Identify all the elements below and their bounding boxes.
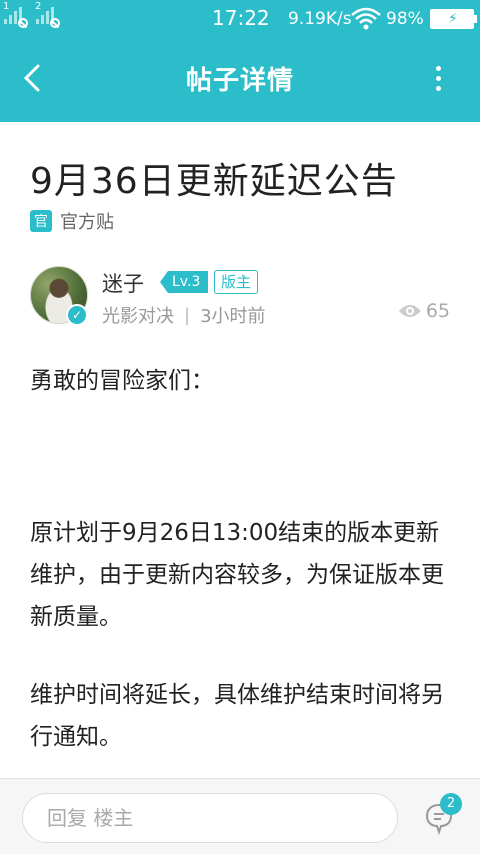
view-count: 65 <box>398 300 450 322</box>
official-post-tag: 官 官方贴 <box>30 208 114 234</box>
post-paragraph: 维护时间将延长，具体维护结束时间将另行通知。 <box>30 682 444 750</box>
moderator-badge: 版主 <box>214 270 259 294</box>
post-time: 3小时前 <box>200 306 266 327</box>
view-count-value: 65 <box>425 300 450 322</box>
official-label: 官方贴 <box>60 212 114 233</box>
post-title: 9月36日更新延迟公告 <box>30 161 398 202</box>
title-bar: 帖子详情 <box>0 36 480 122</box>
comment-count-badge: 2 <box>440 793 462 815</box>
verified-check-icon: ✓ <box>66 304 88 326</box>
reply-bar: 回复 楼主 2 <box>0 778 480 854</box>
reply-input[interactable]: 回复 楼主 <box>22 793 398 843</box>
level-badge: Lv.3 <box>160 271 209 293</box>
signal-icon-sim1: 1 <box>3 2 28 28</box>
author-name[interactable]: 迷子 <box>102 268 144 298</box>
more-vertical-icon[interactable] <box>428 66 448 96</box>
sim2-label: 2 <box>35 1 42 12</box>
page-title: 帖子详情 <box>185 66 294 96</box>
meta-separator: | <box>184 304 191 326</box>
official-badge: 官 <box>30 210 52 232</box>
status-bar: 1 2 17:22 9.19K/s 98% ⚡ <box>0 0 480 36</box>
post-paragraph: 勇敢的冒险家们： <box>30 368 214 394</box>
battery-charging-icon: ⚡ <box>430 9 477 29</box>
post-meta: 光影对决 | 3小时前 <box>102 302 266 328</box>
game-name: 光影对决 <box>102 306 174 327</box>
status-time: 17:22 <box>212 6 270 30</box>
post-paragraph: 原计划于9月26日13:00结束的版本更新维护，由于更新内容较多，为保证版本更新… <box>30 520 444 630</box>
wifi-icon <box>351 7 381 30</box>
signal-icon-sim2: 2 <box>35 2 60 28</box>
sim1-label: 1 <box>3 1 10 12</box>
battery-percent: 98% <box>386 9 424 29</box>
network-speed: 9.19K/s <box>288 9 352 29</box>
eye-icon <box>398 305 421 317</box>
author-info: ✓ 迷子 Lv.3 版主 光影对决 | 3小时前 65 <box>30 266 450 330</box>
